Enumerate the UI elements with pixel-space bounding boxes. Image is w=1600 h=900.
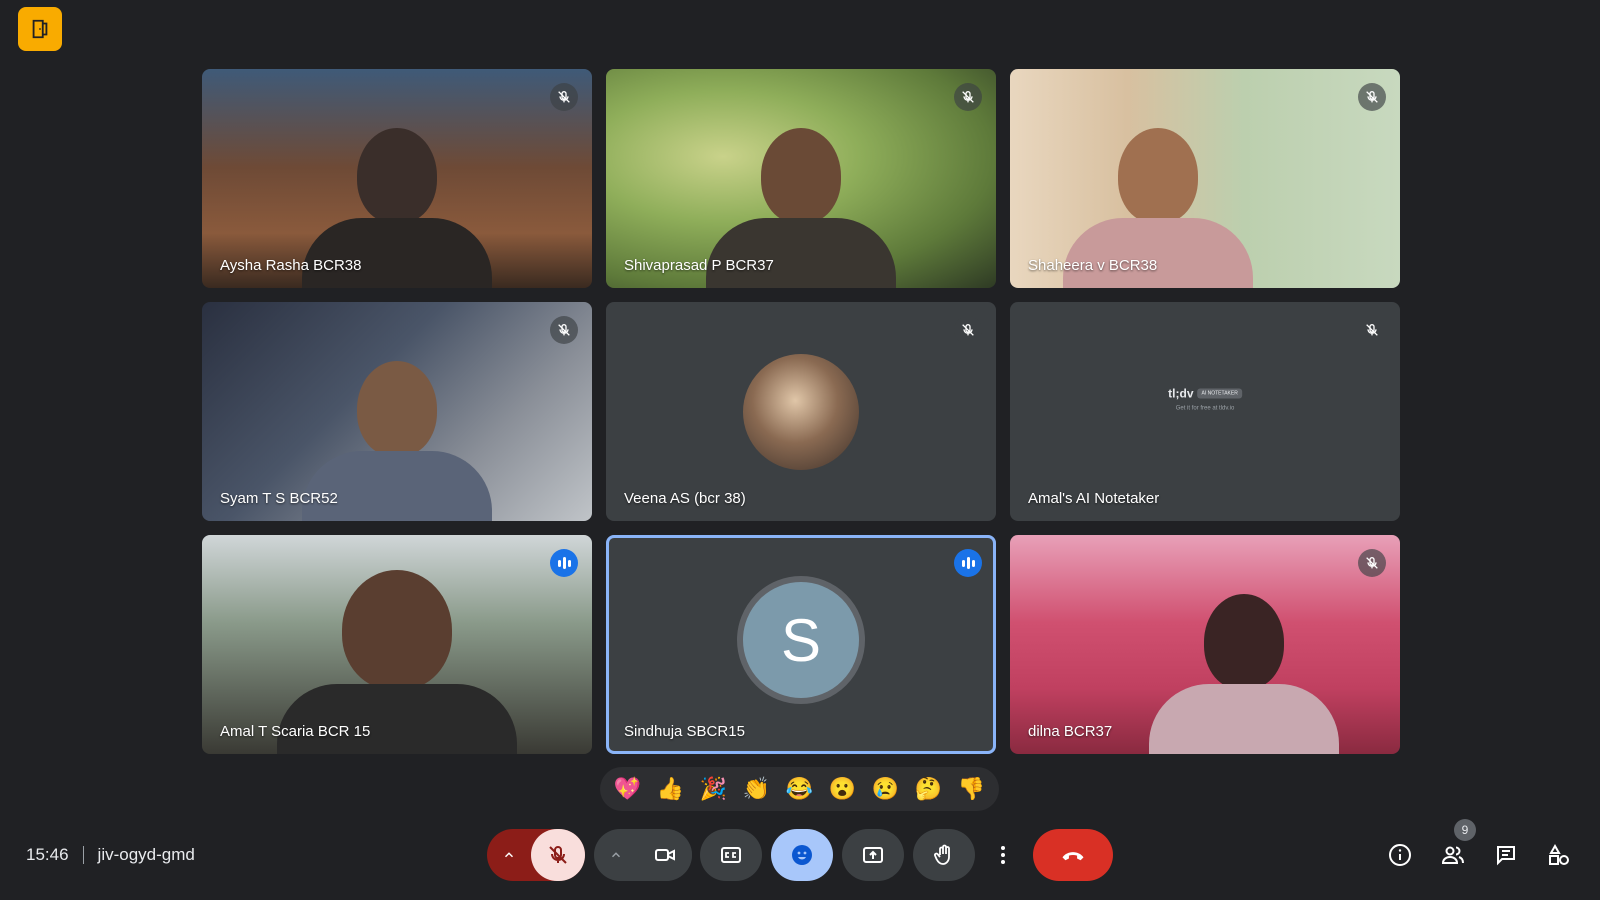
notetaker-brand: tl;dv xyxy=(1168,386,1194,401)
participant-name: Shaheera v BCR38 xyxy=(1028,257,1158,274)
camera-toggle-button[interactable] xyxy=(638,829,692,881)
speaking-indicator-icon xyxy=(954,549,982,577)
participant-name: dilna BCR37 xyxy=(1028,723,1113,740)
people-icon xyxy=(1441,846,1464,864)
closed-captions-icon xyxy=(721,847,741,863)
activities-icon xyxy=(1549,843,1569,865)
captions-button[interactable] xyxy=(700,829,762,881)
mic-off-icon xyxy=(1358,549,1386,577)
participant-name: Veena AS (bcr 38) xyxy=(624,490,746,507)
notetaker-tag: AI NOTETAKER xyxy=(1197,388,1242,399)
meeting-info-button[interactable] xyxy=(1386,841,1414,869)
reaction-party[interactable]: 🎉 xyxy=(696,776,732,802)
info-icon xyxy=(1389,844,1411,866)
mic-off-icon xyxy=(1358,316,1386,344)
leave-call-button[interactable] xyxy=(1033,829,1113,881)
video-camera-icon xyxy=(655,849,675,861)
participant-name: Sindhuja SBCR15 xyxy=(624,723,745,740)
mic-off-icon xyxy=(1358,83,1386,111)
mic-off-icon xyxy=(549,845,567,864)
reaction-laugh[interactable]: 😂 xyxy=(782,776,818,802)
more-vert-icon xyxy=(1001,846,1005,864)
participant-name: Amal's AI Notetaker xyxy=(1028,490,1160,507)
participant-video xyxy=(1149,594,1339,754)
door-icon xyxy=(32,19,48,39)
present-screen-icon xyxy=(863,847,883,863)
reactions-bar: 💖 👍 🎉 👏 😂 😮 😢 🤔 👎 xyxy=(600,767,999,811)
mic-toggle-button[interactable] xyxy=(531,829,585,881)
microphone-control xyxy=(487,829,585,881)
speaking-indicator-icon xyxy=(550,549,578,577)
participant-name: Shivaprasad P BCR37 xyxy=(624,257,774,274)
audio-settings-button[interactable] xyxy=(487,829,531,881)
reactions-button[interactable] xyxy=(771,829,833,881)
mic-off-icon xyxy=(550,83,578,111)
participant-name: Aysha Rasha BCR38 xyxy=(220,257,362,274)
chevron-up-icon xyxy=(611,852,621,858)
people-button[interactable] xyxy=(1439,841,1467,869)
participant-tile[interactable]: dilna BCR37 xyxy=(1010,535,1400,754)
participant-name: Amal T Scaria BCR 15 xyxy=(220,723,371,740)
more-options-button[interactable] xyxy=(985,829,1021,881)
mic-off-icon xyxy=(550,316,578,344)
participant-tile[interactable]: Syam T S BCR52 xyxy=(202,302,592,521)
mic-off-icon xyxy=(954,316,982,344)
people-count-badge: 9 xyxy=(1454,819,1476,841)
participant-tile[interactable]: Aysha Rasha BCR38 xyxy=(202,69,592,288)
meeting-details: 15:46 jiv-ogyd-gmd xyxy=(26,845,195,865)
app-badge[interactable] xyxy=(18,7,62,51)
hand-icon xyxy=(934,844,950,865)
avatar: S xyxy=(737,576,865,705)
meeting-time: 15:46 xyxy=(26,845,69,864)
phone-hangup-icon xyxy=(1062,852,1084,861)
reaction-surprised[interactable]: 😮 xyxy=(825,776,861,802)
chevron-up-icon xyxy=(504,852,514,858)
video-settings-button[interactable] xyxy=(594,829,638,881)
activities-button[interactable] xyxy=(1545,841,1573,869)
mic-off-icon xyxy=(954,83,982,111)
avatar xyxy=(743,353,859,470)
camera-control xyxy=(594,829,692,881)
reaction-thumbs-down[interactable]: 👎 xyxy=(954,776,990,802)
participant-tile[interactable]: Shaheera v BCR38 xyxy=(1010,69,1400,288)
reaction-sad[interactable]: 😢 xyxy=(868,776,904,802)
reaction-thinking[interactable]: 🤔 xyxy=(911,776,947,802)
participant-tile[interactable]: Shivaprasad P BCR37 xyxy=(606,69,996,288)
chat-button[interactable] xyxy=(1492,841,1520,869)
reaction-clap[interactable]: 👏 xyxy=(739,776,775,802)
present-screen-button[interactable] xyxy=(842,829,904,881)
chat-icon xyxy=(1497,846,1515,866)
meeting-code: jiv-ogyd-gmd xyxy=(97,845,195,864)
divider xyxy=(82,846,84,864)
notetaker-subtitle: Get it for free at tldv.io xyxy=(1175,405,1235,412)
participant-tile[interactable]: Veena AS (bcr 38) xyxy=(606,302,996,521)
smiley-icon xyxy=(792,845,812,865)
raise-hand-button[interactable] xyxy=(913,829,975,881)
participant-grid: Aysha Rasha BCR38 Shivaprasad P BCR37 Sh… xyxy=(202,69,1400,754)
reaction-thumbs-up[interactable]: 👍 xyxy=(653,776,689,802)
participant-tile[interactable]: S Sindhuja SBCR15 xyxy=(606,535,996,754)
participant-name: Syam T S BCR52 xyxy=(220,490,338,507)
participant-tile[interactable]: Amal T Scaria BCR 15 xyxy=(202,535,592,754)
participant-tile[interactable]: tl;dv AI NOTETAKER Get it for free at tld… xyxy=(1010,302,1400,521)
notetaker-card: tl;dv AI NOTETAKER Get it for free at tld… xyxy=(1168,385,1242,412)
reaction-heart[interactable]: 💖 xyxy=(610,776,646,802)
